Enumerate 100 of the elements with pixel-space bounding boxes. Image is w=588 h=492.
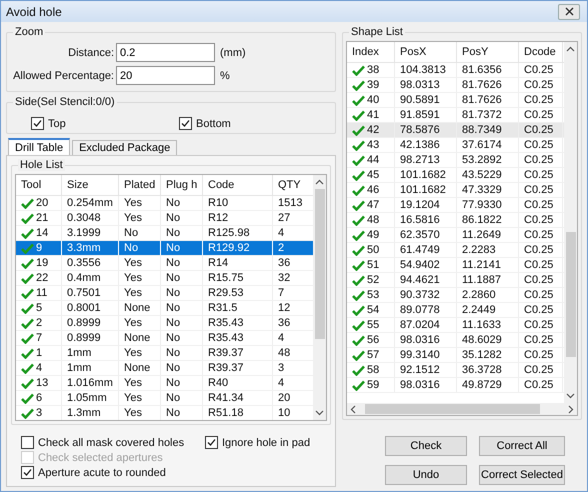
table-row[interactable]: 40 90.5891 81.7626 C0.25 <box>347 93 564 108</box>
table-row[interactable]: 45 101.1682 43.5229 C0.25 <box>347 168 564 183</box>
table-cell: 11.1887 <box>462 274 501 286</box>
column-header[interactable]: Plug h <box>161 175 203 195</box>
scroll-left-icon[interactable] <box>350 404 356 414</box>
table-cell: 37.6174 <box>462 139 502 151</box>
table-cell: 98.0316 <box>400 334 440 346</box>
column-header[interactable]: Plated <box>119 175 161 195</box>
table-cell: No <box>166 227 180 239</box>
table-cell: C0.25 <box>524 64 554 76</box>
table-cell: C0.25 <box>524 244 554 256</box>
table-cell: 81.7626 <box>462 79 502 91</box>
table-cell: 43.5229 <box>462 169 502 181</box>
table-row[interactable]: 53 90.3732 2.2860 C0.25 <box>347 288 564 303</box>
table-row[interactable]: 59 98.0316 49.8729 C0.25 <box>347 378 564 393</box>
action-button[interactable]: Correct Selected <box>479 465 565 485</box>
scroll-thumb[interactable] <box>365 404 540 414</box>
close-button[interactable] <box>558 4 580 20</box>
table-cell: 14 <box>36 227 48 239</box>
horizontal-scrollbar[interactable] <box>347 403 577 415</box>
table-row[interactable]: 38 104.3813 81.6356 C0.25 <box>347 63 564 78</box>
scroll-up-icon[interactable] <box>566 46 575 52</box>
table-cell: Yes <box>124 212 142 224</box>
table-row[interactable]: 57 99.3140 35.1282 C0.25 <box>347 348 564 363</box>
table-cell: 7 <box>36 332 42 344</box>
table-cell: 1513 <box>278 197 302 209</box>
column-header[interactable]: Dcode <box>519 42 563 62</box>
table-cell: 46 <box>367 184 380 196</box>
checkbox[interactable] <box>179 117 192 130</box>
table-row[interactable]: 54 89.0778 2.2449 C0.25 <box>347 303 564 318</box>
checkbox[interactable] <box>31 117 44 130</box>
table-row[interactable]: 9 3.3mm No No R129.92 2 <box>16 241 313 256</box>
table-cell: C0.25 <box>524 124 554 136</box>
column-header[interactable]: Tool <box>16 175 62 195</box>
window-title: Avoid hole <box>6 4 62 18</box>
table-cell: 11.1633 <box>462 319 501 331</box>
table-cell: No <box>166 242 180 254</box>
action-button[interactable]: Undo <box>385 465 467 485</box>
tab[interactable]: Drill Table <box>8 138 70 155</box>
checkbox[interactable] <box>21 466 34 479</box>
checkbox[interactable] <box>21 436 34 449</box>
scroll-thumb[interactable] <box>566 232 576 357</box>
input-field[interactable]: 0.2 <box>116 43 215 62</box>
table-row[interactable]: 51 54.9402 11.2141 C0.25 <box>347 258 564 273</box>
table-cell: C0.25 <box>524 229 554 241</box>
action-button[interactable]: Correct All <box>479 436 565 456</box>
table-row[interactable]: 49 62.3570 11.2649 C0.25 <box>347 228 564 243</box>
table-row[interactable]: 42 78.5876 88.7349 C0.25 <box>347 123 564 138</box>
column-header[interactable]: PosY <box>457 42 519 62</box>
table-row[interactable]: 39 98.0313 81.7626 C0.25 <box>347 78 564 93</box>
column-header[interactable]: Size <box>62 175 119 195</box>
scroll-thumb[interactable] <box>314 189 324 339</box>
table-row[interactable]: 48 16.5816 86.1822 C0.25 <box>347 213 564 228</box>
table-cell: 90.3732 <box>400 289 440 301</box>
table-cell: Yes <box>124 287 142 299</box>
input-field[interactable]: 20 <box>116 66 215 85</box>
scrollbar[interactable] <box>564 42 577 403</box>
table-cell: R39.37 <box>208 362 244 374</box>
table-row[interactable]: 50 61.4749 2.2283 C0.25 <box>347 243 564 258</box>
field-label: Allowed Percentage: <box>12 70 114 82</box>
table-cell: No <box>166 197 180 209</box>
table-cell: R15.75 <box>208 272 244 284</box>
table-cell: 2.2449 <box>462 304 496 316</box>
table-cell: Yes <box>124 392 142 404</box>
table-row[interactable]: 43 42.1386 37.6174 C0.25 <box>347 138 564 153</box>
table-cell: 59 <box>367 379 380 391</box>
table-cell: C0.25 <box>524 289 554 301</box>
column-header[interactable]: Index <box>347 42 395 62</box>
table-cell: 19.1204 <box>400 199 440 211</box>
table-row[interactable]: 44 98.2713 53.2892 C0.25 <box>347 153 564 168</box>
column-header[interactable]: Code <box>203 175 273 195</box>
table-cell: 0.7501 <box>67 287 101 299</box>
table-cell: C0.25 <box>524 109 554 121</box>
checkbox[interactable] <box>205 436 218 449</box>
group-title: Shape List <box>349 26 405 38</box>
scroll-down-icon[interactable] <box>566 393 575 399</box>
table-cell: Yes <box>124 257 142 269</box>
scrollbar[interactable] <box>313 175 326 420</box>
unit-label: (mm) <box>220 46 246 58</box>
tab[interactable]: Excluded Package <box>72 140 178 155</box>
action-button[interactable]: Check <box>385 436 467 456</box>
table-row[interactable]: 47 19.1204 77.9330 C0.25 <box>347 198 564 213</box>
scroll-right-icon[interactable] <box>568 404 574 414</box>
column-header[interactable]: PosX <box>395 42 457 62</box>
table-row[interactable]: 55 87.0204 11.1633 C0.25 <box>347 318 564 333</box>
table-cell: No <box>166 362 180 374</box>
table-row[interactable]: 58 92.1512 36.3728 C0.25 <box>347 363 564 378</box>
table-cell: Yes <box>124 407 142 419</box>
table-row[interactable]: 46 101.1682 47.3329 C0.25 <box>347 183 564 198</box>
table-row[interactable]: 56 98.0316 48.6029 C0.25 <box>347 333 564 348</box>
table-cell: 57 <box>367 349 380 361</box>
table-row[interactable]: 52 94.4621 11.1887 C0.25 <box>347 273 564 288</box>
table-cell: 44 <box>367 154 380 166</box>
scroll-up-icon[interactable] <box>315 179 324 185</box>
table-cell: 48 <box>367 214 380 226</box>
table-cell: 0.3048 <box>67 212 101 224</box>
scroll-down-icon[interactable] <box>315 410 324 416</box>
table-cell: 98.0313 <box>400 79 440 91</box>
table-cell: 5 <box>36 302 42 314</box>
table-cell: 1.016mm <box>67 377 113 389</box>
